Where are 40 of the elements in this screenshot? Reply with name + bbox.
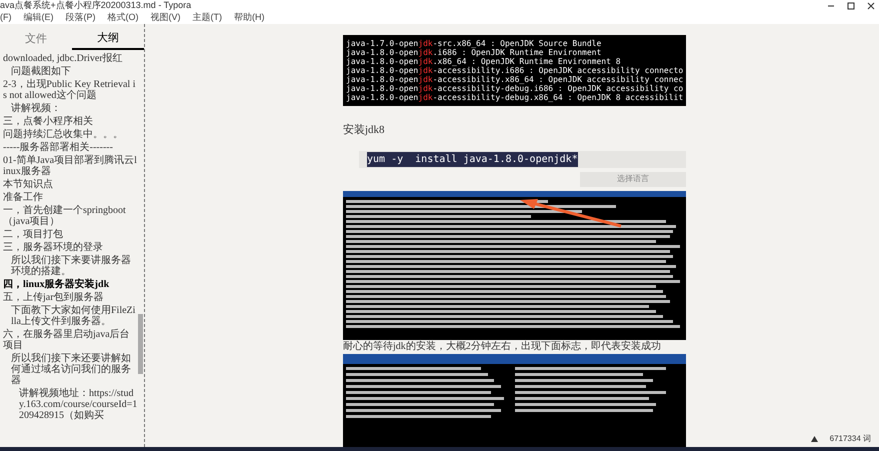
- arrow-icon: [518, 198, 623, 228]
- menu-item[interactable]: (F): [0, 10, 12, 24]
- outline-item[interactable]: 六，在服务器里启动java后台项目: [0, 328, 138, 352]
- outline-item[interactable]: 准备工作: [0, 191, 138, 204]
- scrollbar[interactable]: [138, 314, 143, 374]
- outline-item[interactable]: 所以我们接下来还要讲解如何通过域名访问我们的服务器: [0, 352, 138, 387]
- maximize-icon[interactable]: [847, 2, 855, 10]
- code-block[interactable]: yum -y install java-1.8.0-openjdk*: [367, 152, 578, 166]
- outline-item[interactable]: 2-3，出现Public Key Retrieval is not allowed这个问题: [0, 78, 138, 102]
- outline-item[interactable]: 讲解视频地址：https://study.163.com/course/courseId=1209428915（如购买: [0, 387, 138, 422]
- menu-item[interactable]: 视图(V): [150, 10, 180, 24]
- warning-icon[interactable]: [810, 436, 818, 442]
- close-icon[interactable]: [867, 2, 875, 10]
- terminal-output: java-1.7.0-openjdk-src.x86_64 : OpenJDK Source Bundle java-1.8.0-openjdk.i686 : OpenJDK Runtime Environment java-1.8.0-openjdk.x86_64 : OpenJDK Runtime Environment 8 java-1.8.0-openjdk-accessibility.i686 : OpenJDK accessibility connecto java-1.8.0-openjdk-accessibility.x86_64 : OpenJDK accessibility connec java-1.8.0-openjdk-accessibility-debug.i686 : OpenJDK accessibility co java-1.8.0-openjdk-accessibility-debug.x86_64 : OpenJDK 8 accessibilit: [343, 35, 686, 106]
- menu-item[interactable]: 帮助(H): [234, 10, 264, 24]
- outline-item[interactable]: 五，上传jar包到服务器: [0, 291, 138, 304]
- outline-item[interactable]: 问题持续汇总收集中。。。: [0, 128, 138, 141]
- outline-item[interactable]: 二，项目打包: [0, 228, 138, 241]
- menu-item[interactable]: 主题(T): [192, 10, 222, 24]
- outline-item[interactable]: 三，点餐小程序相关: [0, 115, 138, 128]
- outline-item[interactable]: 问题截图如下: [0, 65, 138, 78]
- outline-item[interactable]: 一，首先创建一个springboot（java项目）: [0, 204, 138, 228]
- sidebar-tab[interactable]: 大纲: [72, 28, 144, 50]
- caption-text: 耐心的等待jdk的安装，大概2分钟左右，出现下面标志，即代表安装成功: [343, 340, 662, 354]
- word-count[interactable]: 6717334 词: [830, 433, 871, 445]
- outline-item[interactable]: -----服务器部署相关-------: [0, 141, 138, 154]
- heading-text: 安装jdk8: [343, 122, 386, 138]
- menu-item[interactable]: 段落(P): [66, 10, 96, 24]
- outline-item[interactable]: 讲解视频：: [0, 102, 138, 115]
- outline-item[interactable]: 四，linux服务器安装jdk: [0, 278, 138, 291]
- menu-item[interactable]: 编辑(E): [24, 10, 54, 24]
- menu-item[interactable]: 格式(O): [108, 10, 138, 24]
- outline-item[interactable]: 所以我们接下来要讲服务器环境的搭建。: [0, 254, 138, 278]
- outline-item[interactable]: downloaded, jdbc.Driver报红: [0, 52, 138, 65]
- window-title: ava点餐系统+点餐小程序20200313.md - Typora: [0, 0, 192, 11]
- outline-item[interactable]: 本节知识点: [0, 178, 138, 191]
- outline-item[interactable]: 01-简单Java项目部署到腾讯云linux服务器: [0, 154, 138, 178]
- sidebar-tab[interactable]: 文件: [0, 28, 72, 50]
- outline-item[interactable]: 下面教下大家如何使用FileZilla上传文件到服务器。: [0, 304, 138, 328]
- outline-item[interactable]: 三，服务器环境的登录: [0, 241, 138, 254]
